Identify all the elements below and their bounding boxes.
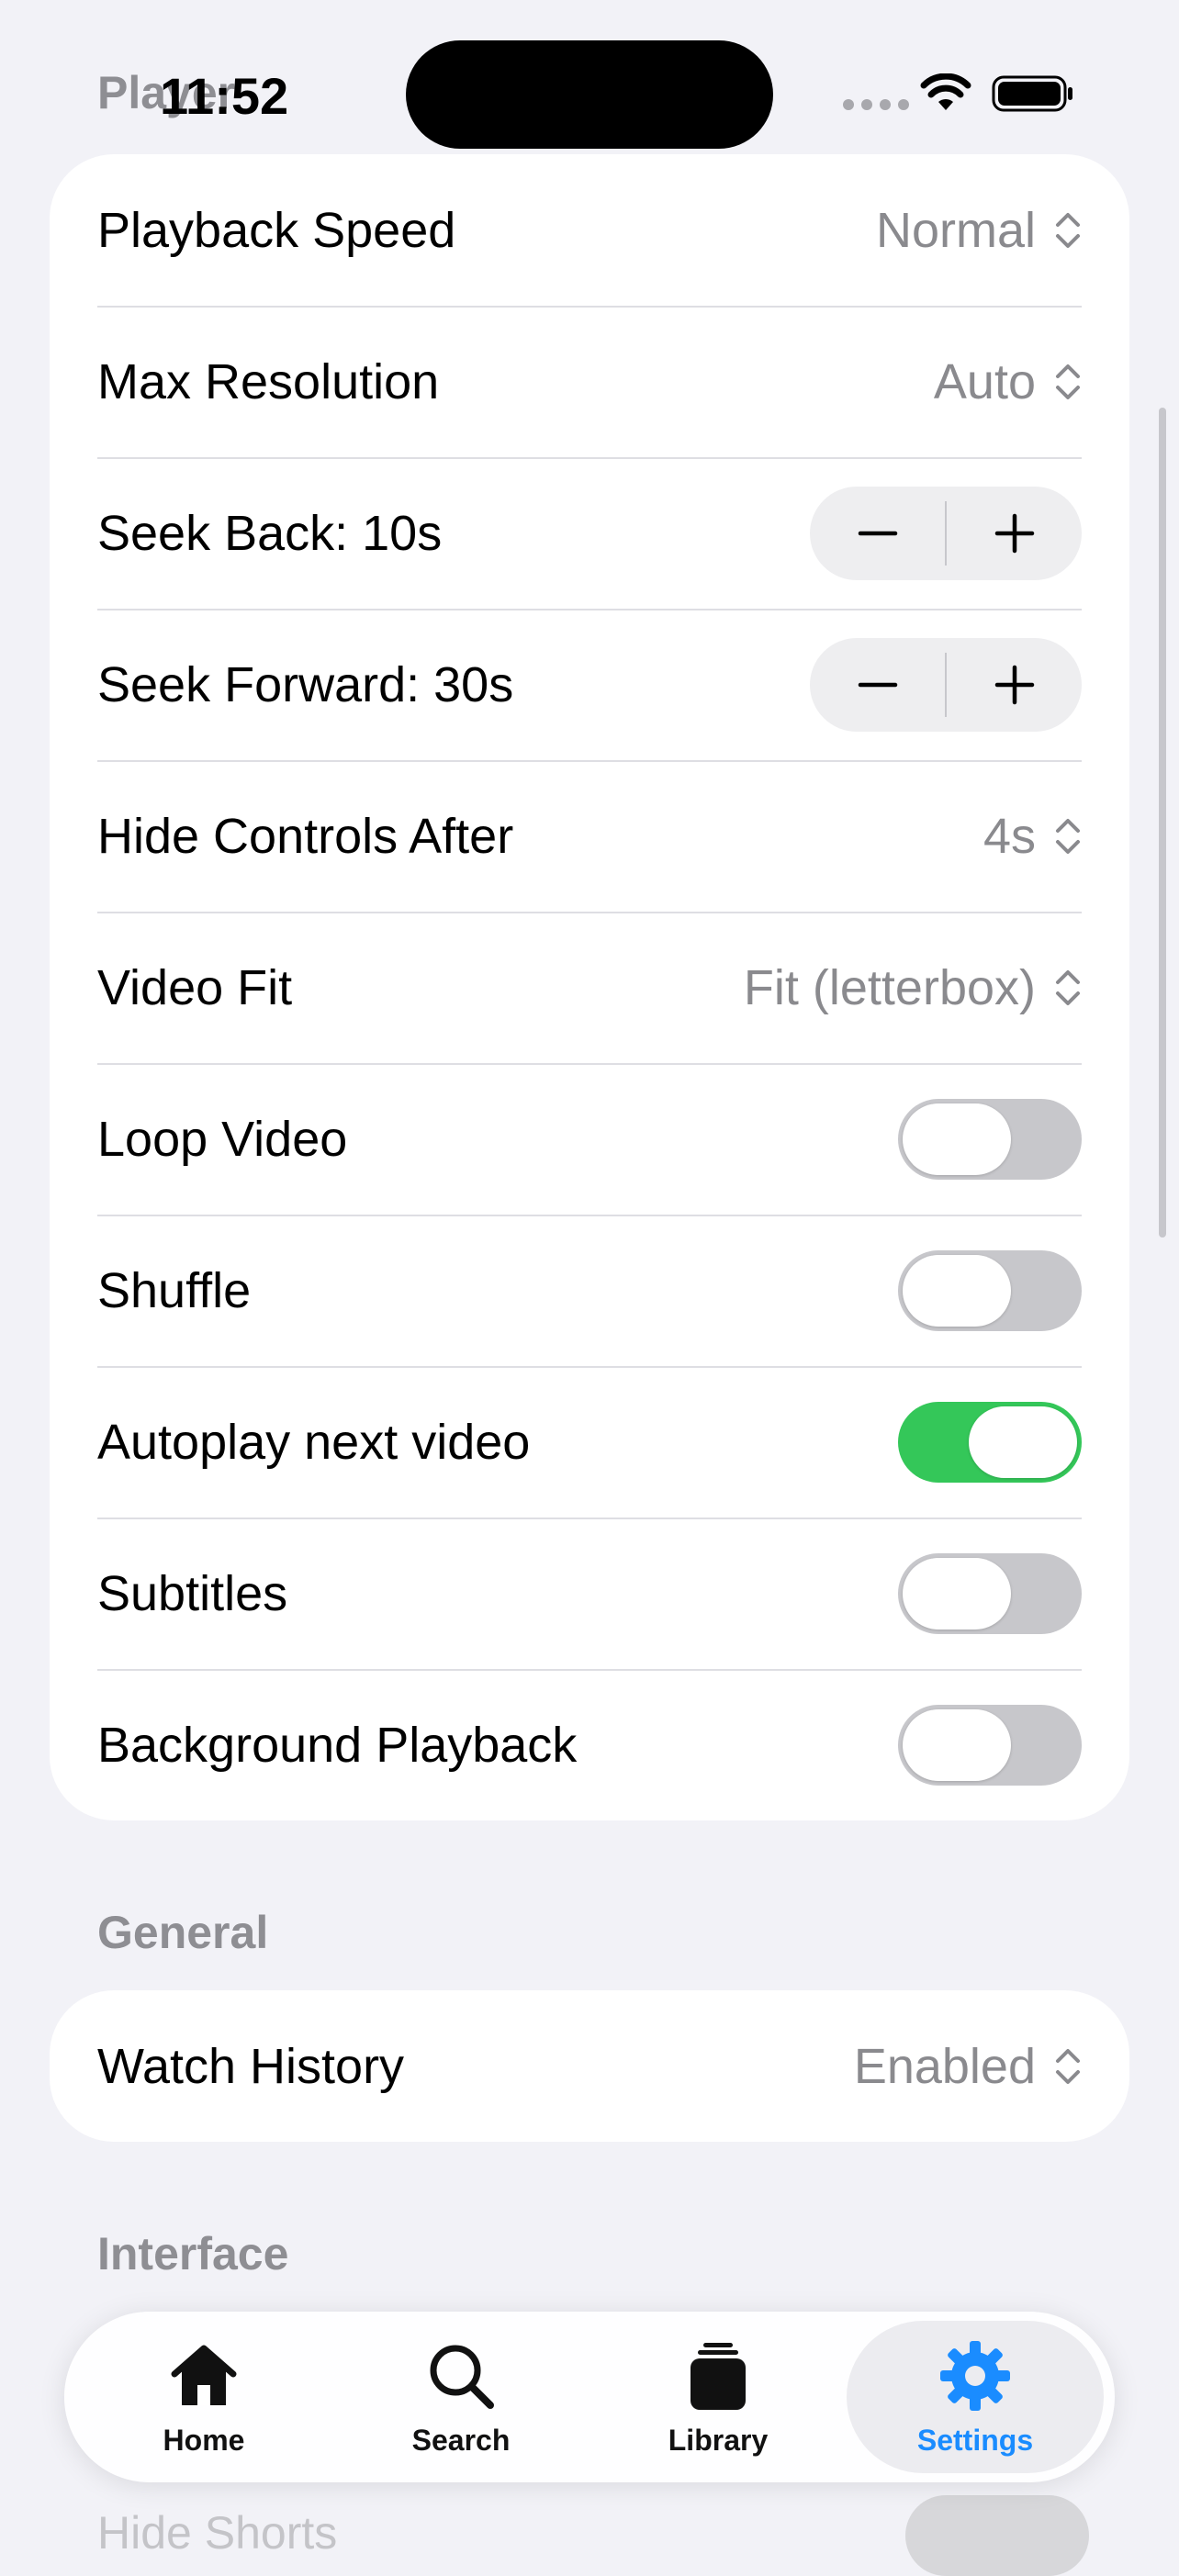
- tab-settings-label: Settings: [916, 2423, 1034, 2457]
- loop-video-toggle[interactable]: [898, 1098, 1082, 1180]
- background-playback-toggle[interactable]: [898, 1704, 1082, 1786]
- max-resolution-label: Max Resolution: [97, 353, 440, 409]
- tab-settings[interactable]: Settings: [847, 2321, 1104, 2473]
- background-playback-label: Background Playback: [97, 1717, 578, 1773]
- toggle-knob: [903, 1254, 1011, 1327]
- chevron-up-down-icon: [1056, 969, 1080, 1005]
- seek-back-row: Seek Back: 10s: [50, 457, 1129, 609]
- plus-icon: [994, 513, 1034, 553]
- hide-shorts-toggle[interactable]: [905, 2495, 1089, 2576]
- watch-history-value: Enabled: [853, 2038, 1036, 2094]
- hide-controls-value: 4s: [982, 808, 1036, 864]
- shuffle-label: Shuffle: [97, 1262, 252, 1318]
- max-resolution-value: Auto: [933, 353, 1036, 409]
- scroll-indicator[interactable]: [1159, 408, 1166, 1238]
- playback-speed-row[interactable]: Playback Speed Normal: [50, 154, 1129, 306]
- tab-library[interactable]: Library: [590, 2321, 847, 2473]
- tab-search[interactable]: Search: [332, 2321, 590, 2473]
- seek-back-decrement-button[interactable]: [810, 487, 945, 580]
- tab-search-label: Search: [411, 2423, 511, 2457]
- watch-history-label: Watch History: [97, 2038, 405, 2094]
- playback-speed-picker[interactable]: Normal: [876, 202, 1082, 259]
- autoplay-next-toggle[interactable]: [898, 1401, 1082, 1483]
- general-settings-group: Watch History Enabled: [50, 1990, 1129, 2142]
- minus-icon: [858, 531, 897, 535]
- hide-controls-label: Hide Controls After: [97, 808, 514, 864]
- toggle-knob: [903, 1103, 1011, 1175]
- section-header-general: General: [97, 1907, 269, 1958]
- playback-speed-value: Normal: [875, 202, 1036, 258]
- wifi-icon: [920, 73, 971, 110]
- chevron-up-down-icon: [1056, 364, 1080, 399]
- tab-bar: Home Search Library Settings: [64, 2312, 1115, 2482]
- magnifier-icon: [430, 2345, 494, 2409]
- chevron-up-down-icon: [1056, 212, 1080, 248]
- seek-forward-stepper: [810, 637, 1082, 732]
- seek-forward-label: Seek Forward: 30s: [97, 656, 514, 712]
- background-playback-row: Background Playback: [50, 1669, 1129, 1820]
- loop-video-label: Loop Video: [97, 1111, 348, 1167]
- dynamic-island: [406, 40, 773, 149]
- house-icon: [171, 2345, 237, 2405]
- video-fit-picker[interactable]: Fit (letterbox): [744, 959, 1082, 1016]
- toggle-knob: [969, 1406, 1077, 1478]
- loop-video-row: Loop Video: [50, 1063, 1129, 1215]
- seek-forward-increment-button[interactable]: [947, 638, 1082, 732]
- chevron-up-down-icon: [1056, 818, 1080, 854]
- watch-history-row[interactable]: Watch History Enabled: [50, 1990, 1129, 2142]
- watch-history-picker[interactable]: Enabled: [854, 2038, 1082, 2095]
- hide-controls-row[interactable]: Hide Controls After 4s: [50, 760, 1129, 912]
- shuffle-toggle[interactable]: [898, 1249, 1082, 1331]
- chevron-up-down-icon: [1056, 2048, 1080, 2084]
- subtitles-toggle[interactable]: [898, 1552, 1082, 1634]
- player-settings-group: Playback Speed Normal Max Resolution Aut…: [50, 154, 1129, 1820]
- cellular-signal-icon: [843, 99, 909, 110]
- tab-library-label: Library: [668, 2423, 769, 2457]
- autoplay-next-row: Autoplay next video: [50, 1366, 1129, 1518]
- video-fit-label: Video Fit: [97, 959, 293, 1015]
- toggle-knob: [903, 1708, 1011, 1781]
- video-fit-row[interactable]: Video Fit Fit (letterbox): [50, 912, 1129, 1063]
- tab-home[interactable]: Home: [75, 2321, 332, 2473]
- seek-back-stepper: [810, 486, 1082, 580]
- max-resolution-picker[interactable]: Auto: [934, 353, 1082, 410]
- max-resolution-row[interactable]: Max Resolution Auto: [50, 306, 1129, 457]
- section-header-interface: Interface: [97, 2228, 289, 2279]
- seek-back-increment-button[interactable]: [947, 487, 1082, 580]
- hide-shorts-label: Hide Shorts: [97, 2507, 338, 2559]
- video-fit-value: Fit (letterbox): [743, 959, 1036, 1015]
- seek-forward-row: Seek Forward: 30s: [50, 609, 1129, 760]
- plus-icon: [994, 665, 1034, 704]
- playback-speed-label: Playback Speed: [97, 202, 456, 258]
- toggle-knob: [903, 1557, 1011, 1630]
- library-stack-icon: [691, 2342, 746, 2410]
- subtitles-row: Subtitles: [50, 1518, 1129, 1669]
- gear-icon: [940, 2340, 1010, 2411]
- seek-back-label: Seek Back: 10s: [97, 505, 443, 561]
- seek-forward-decrement-button[interactable]: [810, 638, 945, 732]
- status-bar: Player 11:52: [0, 0, 1179, 149]
- subtitles-label: Subtitles: [97, 1565, 288, 1621]
- shuffle-row: Shuffle: [50, 1215, 1129, 1366]
- autoplay-next-label: Autoplay next video: [97, 1414, 531, 1470]
- tab-home-label: Home: [163, 2423, 245, 2457]
- minus-icon: [858, 682, 897, 687]
- battery-icon: [992, 75, 1072, 112]
- status-time: 11:52: [160, 67, 289, 125]
- hide-controls-picker[interactable]: 4s: [983, 808, 1082, 865]
